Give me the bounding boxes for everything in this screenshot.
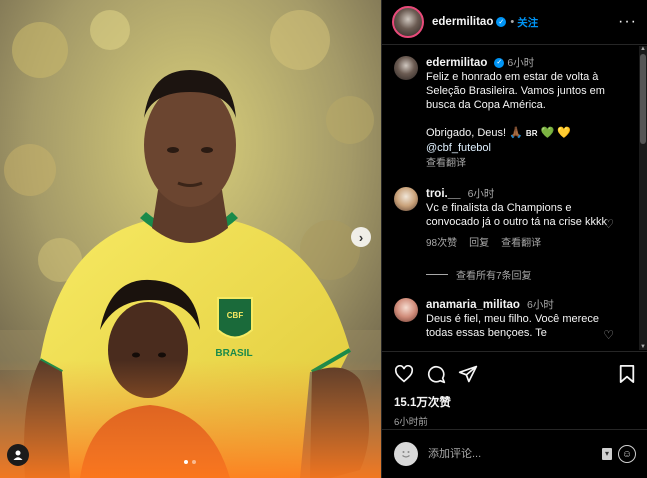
post-caption: edermilitao ✓ 6小时 Feliz e honrado em esta… (394, 56, 628, 171)
face-icon (402, 451, 410, 458)
author-username[interactable]: edermilitao (432, 16, 493, 28)
comment-meta: 98次赞 回复 查看翻译 (426, 237, 628, 251)
caption-username[interactable]: edermilitao (426, 57, 487, 69)
likes-count[interactable]: 15.1万次赞 (394, 394, 636, 410)
comment-icon[interactable] (426, 364, 446, 384)
heart-icon[interactable] (394, 365, 414, 383)
input-tool-icon[interactable]: ▾ (602, 448, 612, 460)
carousel-dot-active (184, 460, 188, 464)
caption-avatar[interactable] (394, 56, 418, 80)
comments-scrollbar[interactable]: ▲ ▼ (639, 46, 647, 350)
comment-input[interactable] (428, 448, 602, 460)
scrollbar-thumb[interactable] (640, 54, 646, 144)
hearts-emoji: 💚 💛 (540, 127, 571, 139)
separator-dot: • (510, 16, 515, 28)
post-header: edermilitao ✓ • 关注 ··· (382, 0, 647, 45)
comment-like-heart-icon[interactable]: ♡ (603, 217, 614, 231)
scroll-up-icon[interactable]: ▲ (640, 46, 646, 52)
comment-username[interactable]: troi.__ (426, 188, 461, 200)
reply-button[interactable]: 回复 (469, 237, 489, 251)
carousel-dot[interactable] (192, 460, 196, 464)
comment-like-heart-icon[interactable]: ♡ (603, 328, 614, 342)
share-icon[interactable] (458, 364, 478, 384)
author-avatar[interactable] (392, 6, 424, 38)
replies-line (426, 274, 448, 275)
caption-text: Feliz e honrado em estar de volta à Sele… (426, 70, 628, 141)
post-photo: CBF BRASIL (0, 0, 381, 478)
flag-br: BR (525, 129, 538, 138)
add-comment-bar: ▾ ☺ (382, 429, 647, 478)
user-tag-icon (13, 450, 23, 460)
comment-avatar[interactable] (394, 187, 418, 211)
comment-item: anamaria_militao 6小时 Deus é fiel, meu fi… (394, 298, 628, 342)
more-options-icon[interactable]: ··· (618, 13, 637, 31)
bookmark-icon[interactable] (618, 364, 636, 384)
caption-time: 6小时 (507, 57, 535, 69)
emoji-icon[interactable] (394, 442, 418, 466)
posted-time: 6小时前 (394, 417, 428, 428)
cbf-mention-link[interactable]: @cbf_futebol (426, 141, 628, 155)
emoji-picker-icon[interactable]: ☺ (618, 445, 636, 463)
follow-button[interactable]: 关注 (517, 15, 538, 30)
comment-avatar[interactable] (394, 298, 418, 322)
scroll-down-icon[interactable]: ▼ (640, 344, 646, 350)
post-media[interactable]: CBF BRASIL › (0, 0, 381, 478)
crest-text: CBF (227, 311, 244, 320)
view-replies[interactable]: 查看所有7条回复 (426, 267, 628, 282)
comment-item: troi.__ 6小时 Vc e finalista da Champions … (394, 187, 628, 251)
caption-translate-link[interactable]: 查看翻译 (426, 157, 628, 171)
next-image-button[interactable]: › (351, 227, 371, 247)
comment-text: Deus é fiel, meu filho. Você merece toda… (426, 313, 600, 339)
comment-text: Vc e finalista da Champions e convocado … (426, 202, 607, 228)
tagged-users-button[interactable] (7, 444, 29, 466)
verified-badge-icon: ✓ (496, 17, 507, 27)
verified-badge-icon: ✓ (494, 58, 505, 69)
comment-likes[interactable]: 98次赞 (426, 237, 457, 251)
post-side-panel: edermilitao ✓ • 关注 ··· edermilitao ✓ 6小时 … (381, 0, 647, 478)
post-actions: 15.1万次赞 6小时前 (382, 351, 647, 428)
caption-body: Feliz e honrado em estar de volta à Sele… (426, 71, 605, 139)
comments-list[interactable]: edermilitao ✓ 6小时 Feliz e honrado em esta… (382, 46, 640, 350)
comment-time: 6小时 (467, 188, 495, 200)
comment-time: 6小时 (527, 299, 554, 311)
chevron-right-icon: › (358, 229, 364, 245)
comment-username[interactable]: anamaria_militao (426, 299, 520, 311)
view-replies-label[interactable]: 查看所有7条回复 (456, 267, 532, 282)
post-modal: CBF BRASIL › edermilitao ✓ • 关注 ··· eder… (0, 0, 647, 478)
jersey-text: BRASIL (215, 348, 252, 359)
carousel-dots (184, 460, 196, 464)
translate-link[interactable]: 查看翻译 (501, 237, 541, 251)
